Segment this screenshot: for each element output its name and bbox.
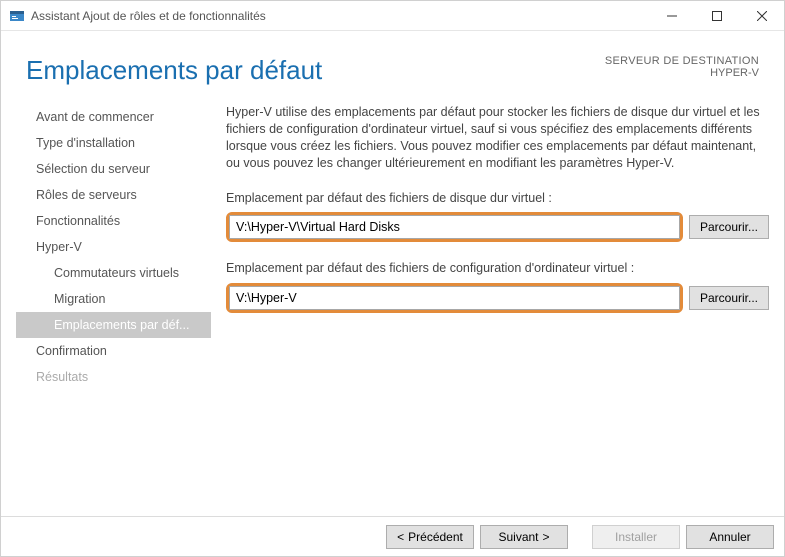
step-confirmation[interactable]: Confirmation (16, 338, 211, 364)
vhd-path-label: Emplacement par défaut des fichiers de d… (226, 190, 769, 207)
vhd-path-input[interactable] (229, 215, 680, 239)
step-features[interactable]: Fonctionnalités (16, 208, 211, 234)
page-title: Emplacements par défaut (26, 55, 605, 86)
destination-server-box: SERVEUR DE DESTINATION HYPER-V (605, 55, 759, 79)
step-default-stores[interactable]: Emplacements par déf... (16, 312, 211, 338)
cancel-button[interactable]: Annuler (686, 525, 774, 549)
vm-path-input[interactable] (229, 286, 680, 310)
vm-path-highlight (226, 283, 683, 313)
maximize-button[interactable] (694, 1, 739, 30)
step-results: Résultats (16, 364, 211, 390)
vm-browse-button[interactable]: Parcourir... (689, 286, 769, 310)
vhd-browse-button[interactable]: Parcourir... (689, 215, 769, 239)
intro-text: Hyper-V utilise des emplacements par déf… (226, 104, 769, 172)
titlebar: Assistant Ajout de rôles et de fonctionn… (1, 1, 784, 31)
step-server-roles[interactable]: Rôles de serveurs (16, 182, 211, 208)
destination-value: HYPER-V (605, 67, 759, 79)
minimize-button[interactable] (649, 1, 694, 30)
chevron-right-icon: > (543, 530, 550, 544)
app-icon (9, 8, 25, 24)
next-label: Suivant (498, 530, 538, 544)
step-hyper-v[interactable]: Hyper-V (16, 234, 211, 260)
wizard-footer: < Précédent Suivant > Installer Annuler (1, 516, 784, 556)
step-server-selection[interactable]: Sélection du serveur (16, 156, 211, 182)
vhd-path-highlight (226, 212, 683, 242)
window-controls (649, 1, 784, 30)
chevron-left-icon: < (397, 530, 404, 544)
window-title: Assistant Ajout de rôles et de fonctionn… (31, 9, 649, 23)
next-button[interactable]: Suivant > (480, 525, 568, 549)
step-virtual-switches[interactable]: Commutateurs virtuels (16, 260, 211, 286)
vm-path-label: Emplacement par défaut des fichiers de c… (226, 260, 769, 277)
destination-label: SERVEUR DE DESTINATION (605, 55, 759, 67)
page-content: Hyper-V utilise des emplacements par déf… (211, 100, 769, 516)
step-before-you-begin[interactable]: Avant de commencer (16, 104, 211, 130)
page-header: Emplacements par défaut SERVEUR DE DESTI… (16, 31, 769, 86)
wizard-steps-sidebar: Avant de commencer Type d'installation S… (16, 100, 211, 516)
wizard-window: Assistant Ajout de rôles et de fonctionn… (0, 0, 785, 557)
step-installation-type[interactable]: Type d'installation (16, 130, 211, 156)
previous-label: Précédent (408, 530, 463, 544)
previous-button[interactable]: < Précédent (386, 525, 474, 549)
install-button: Installer (592, 525, 680, 549)
step-migration[interactable]: Migration (16, 286, 211, 312)
close-button[interactable] (739, 1, 784, 30)
